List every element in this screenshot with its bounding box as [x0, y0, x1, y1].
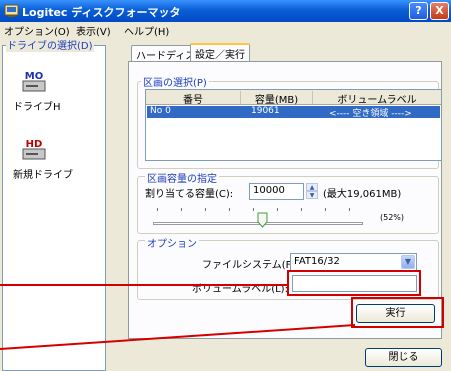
partition-size-title: 区画容量の指定	[145, 170, 219, 185]
mo-drive-icon: MO	[22, 71, 46, 92]
highlight-pointer-line	[0, 324, 356, 350]
slider-tick	[157, 208, 158, 211]
capacity-input[interactable]: 10000	[249, 183, 304, 200]
title-bar: Logitec ディスクフォーマッタ ? X	[0, 0, 451, 22]
spin-up-icon[interactable]: ▲	[306, 183, 318, 191]
close-button[interactable]: 閉じる	[365, 348, 442, 367]
filesystem-label: ファイルシステム(F):	[202, 260, 299, 271]
capacity-percent: (52%)	[380, 213, 405, 222]
partition-list-header: 番号 容量(MB) ボリュームラベル	[146, 90, 441, 106]
partition-size: 19061	[251, 106, 280, 116]
app-window: Logitec ディスクフォーマッタ ? X オプション(O) 表示(V) ヘル…	[0, 0, 451, 371]
chevron-down-icon[interactable]: ▼	[401, 255, 415, 269]
capacity-slider-thumb[interactable]	[257, 212, 268, 228]
slider-tick	[325, 208, 326, 211]
capacity-label: 割り当てる容量(C):	[145, 189, 234, 200]
slider-tick	[253, 208, 254, 211]
hd-drive-icon: HD	[22, 139, 46, 160]
partition-label: <---- 空き領域 ---->	[329, 109, 412, 119]
slider-tick	[229, 208, 230, 211]
window-title: Logitec ディスクフォーマッタ	[22, 6, 181, 19]
menu-view[interactable]: 表示(V)	[76, 23, 111, 38]
filesystem-select[interactable]: FAT16/32 ▼	[290, 253, 417, 271]
column-size[interactable]: 容量(MB)	[241, 91, 313, 106]
close-window-button[interactable]: X	[430, 2, 449, 20]
slider-tick	[205, 208, 206, 211]
column-number[interactable]: 番号	[146, 91, 241, 106]
menu-help[interactable]: ヘルプ(H)	[124, 23, 169, 38]
menu-bar: オプション(O) 表示(V) ヘルプ(H)	[0, 22, 451, 38]
partition-list[interactable]: 番号 容量(MB) ボリュームラベル No 0 19061 <---- 空き領域…	[145, 89, 442, 161]
slider-tick	[181, 208, 182, 211]
partition-number: No 0	[150, 106, 171, 116]
help-button[interactable]: ?	[409, 2, 428, 20]
drive-label-hd: 新規ドライブ	[13, 170, 73, 181]
options-title: オプション	[145, 235, 199, 250]
slider-tick	[277, 208, 278, 211]
slider-tick	[301, 208, 302, 211]
capacity-max: (最大19,061MB)	[323, 189, 402, 200]
drive-label-mo: ドライブH	[13, 102, 61, 113]
capacity-spinner[interactable]: ▲ ▼	[306, 183, 318, 200]
mo-badge: MO	[25, 71, 43, 82]
partition-select-title: 区画の選択(P)	[141, 74, 209, 89]
hd-badge: HD	[26, 139, 43, 150]
partition-row[interactable]: No 0 19061 <---- 空き領域 ---->	[147, 106, 440, 119]
volume-label-highlight	[287, 270, 421, 296]
tab-settings-execute[interactable]: 設定／実行	[190, 43, 250, 61]
slider-tick	[349, 208, 350, 211]
menu-options[interactable]: オプション(O)	[4, 23, 70, 38]
filesystem-value: FAT16/32	[294, 256, 340, 267]
execute-highlight	[351, 297, 444, 328]
drive-pane-title: ドライブの選択(D)	[6, 37, 94, 52]
app-icon	[4, 4, 19, 17]
highlight-pointer-line	[0, 284, 288, 286]
volume-label-label: ボリュームラベル(L):	[192, 284, 288, 295]
spin-down-icon[interactable]: ▼	[306, 191, 318, 199]
column-volume-label[interactable]: ボリュームラベル	[313, 91, 441, 106]
